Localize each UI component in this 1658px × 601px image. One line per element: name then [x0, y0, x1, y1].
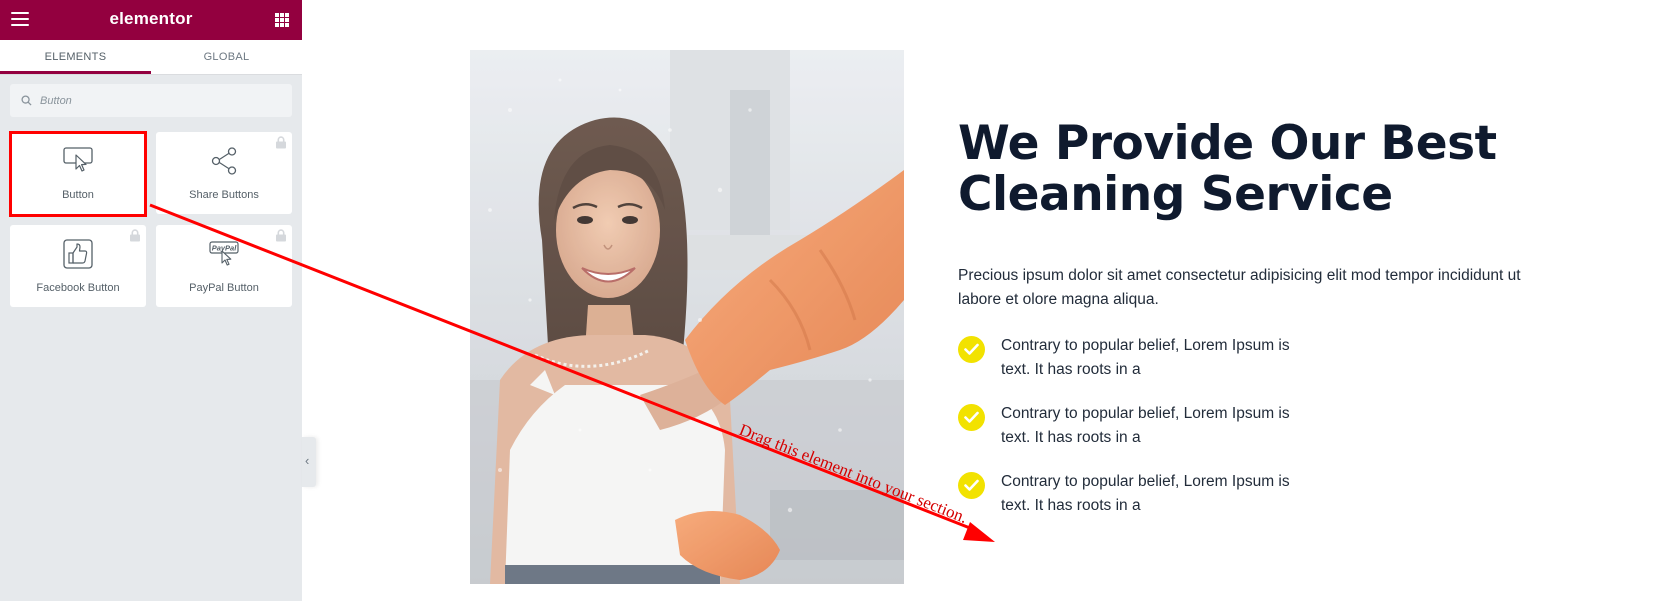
- list-item-line: text. It has roots in a: [1001, 429, 1141, 446]
- thumbs-up-icon: [63, 239, 93, 269]
- list-item-line: Contrary to popular belief, Lorem Ipsum …: [1001, 473, 1290, 490]
- tab-global[interactable]: GLOBAL: [151, 40, 302, 74]
- apps-grid-icon[interactable]: [275, 13, 289, 27]
- list-item-line: Contrary to popular belief, Lorem Ipsum …: [1001, 405, 1290, 422]
- widget-paypal-button[interactable]: PayPal PayPal Button: [156, 225, 292, 307]
- paypal-icon: PayPal: [209, 241, 239, 266]
- list-item-text: Contrary to popular belief, Lorem Ipsum …: [1001, 334, 1341, 382]
- check-circle-icon: [958, 404, 985, 431]
- page-root: elementor ELEMENTS GLOBAL Button Button …: [0, 0, 1658, 601]
- widget-label: Facebook Button: [36, 282, 120, 294]
- arrowhead-icon: [963, 522, 995, 542]
- widget-label: PayPal Button: [189, 282, 259, 294]
- lock-icon: [130, 229, 140, 242]
- check-circle-icon: [958, 472, 985, 499]
- list-item-text: Contrary to popular belief, Lorem Ipsum …: [1001, 402, 1341, 450]
- divider: [0, 74, 302, 75]
- check-circle-icon: [958, 336, 985, 363]
- search-icon: [21, 95, 32, 106]
- widget-share-buttons[interactable]: Share Buttons: [156, 132, 292, 214]
- list-item-line: Contrary to popular belief, Lorem Ipsum …: [1001, 337, 1290, 354]
- panel-collapse-toggle[interactable]: ‹: [302, 437, 316, 487]
- share-icon: [211, 147, 237, 175]
- hero-image: [470, 50, 904, 584]
- panel-header: elementor: [0, 0, 302, 40]
- list-item-text: Contrary to popular belief, Lorem Ipsum …: [1001, 470, 1341, 518]
- lock-icon: [276, 136, 286, 149]
- tab-elements[interactable]: ELEMENTS: [0, 40, 151, 74]
- search-input[interactable]: [40, 84, 280, 117]
- panel-tabs: ELEMENTS GLOBAL: [0, 40, 302, 74]
- widget-facebook-button[interactable]: Facebook Button: [10, 225, 146, 307]
- paypal-icon-text: PayPal: [212, 244, 238, 253]
- lock-icon: [276, 229, 286, 242]
- highlight-box: [9, 131, 147, 217]
- widget-label: Share Buttons: [189, 189, 259, 201]
- section-paragraph: Precious ipsum dolor sit amet consectetu…: [958, 267, 1521, 308]
- search-box: [10, 84, 292, 117]
- list-item-line: text. It has roots in a: [1001, 361, 1141, 378]
- hamburger-menu-icon[interactable]: [11, 12, 29, 27]
- elementor-logo: elementor: [109, 9, 193, 28]
- elementor-panel: elementor ELEMENTS GLOBAL Button Button …: [0, 0, 302, 601]
- chevron-left-icon: ‹: [305, 453, 310, 468]
- list-item-line: text. It has roots in a: [1001, 497, 1141, 514]
- heading-line: We Provide Our Best: [958, 116, 1497, 171]
- section-heading: We Provide Our Best Cleaning Service: [958, 118, 1598, 220]
- heading-line: Cleaning Service: [958, 167, 1393, 222]
